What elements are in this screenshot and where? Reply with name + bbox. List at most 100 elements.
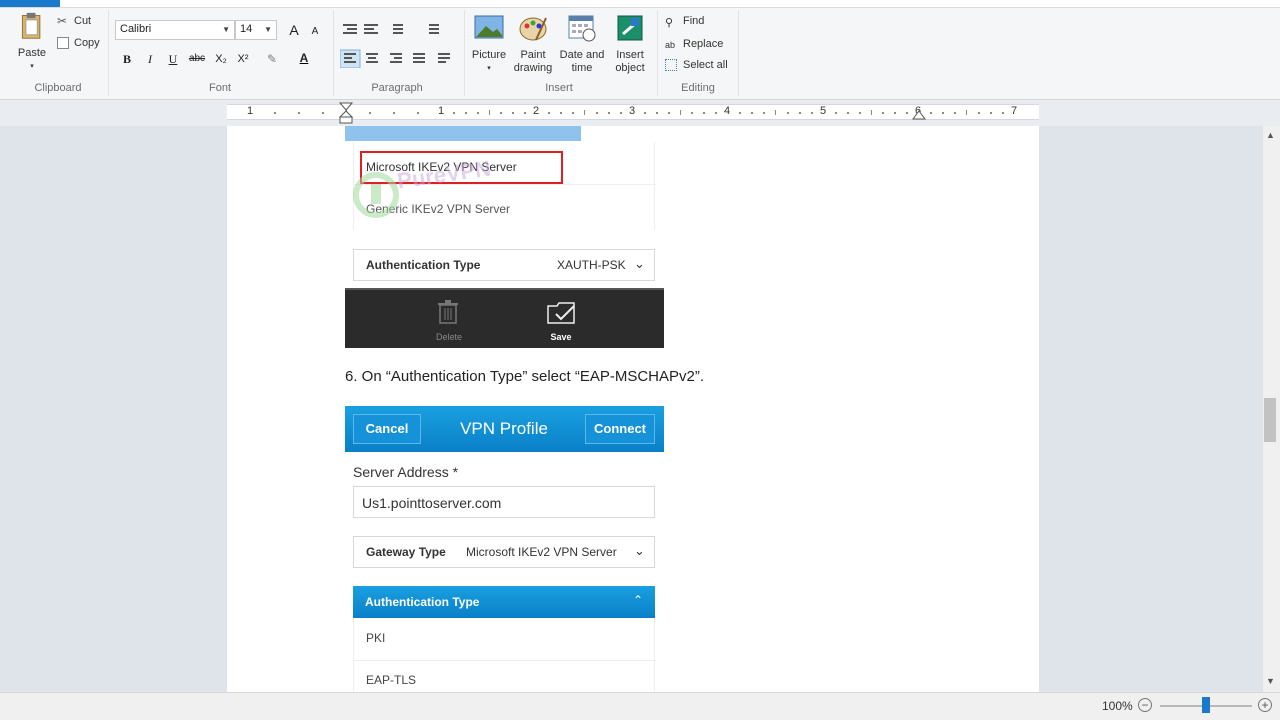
ruler-tick <box>775 110 776 115</box>
save-icon <box>547 302 575 324</box>
superscript-button[interactable]: X² <box>233 49 253 69</box>
vpn-profile-header: Cancel VPN Profile Connect <box>345 406 664 452</box>
italic-button[interactable]: I <box>140 49 160 69</box>
chevron-down-icon: ▼ <box>264 25 272 34</box>
ruler-tick <box>524 112 526 114</box>
strikethrough-button[interactable]: abc <box>187 49 207 69</box>
ruler-tick <box>465 112 467 114</box>
subscript-button[interactable]: X₂ <box>211 49 231 69</box>
paragraph-settings-button[interactable] <box>436 50 456 68</box>
ruler-number: 5 <box>820 105 827 117</box>
zoom-in-icon[interactable]: + <box>1258 698 1272 712</box>
indent-marker-icon[interactable] <box>339 102 353 124</box>
font-family-select[interactable]: Calibri ▼ <box>115 20 235 40</box>
paint-drawing-button[interactable]: Paint drawing <box>510 14 556 75</box>
auth-type-label: Authentication Type <box>366 258 481 272</box>
zoom-level: 100% <box>1102 699 1133 713</box>
gateway-type-label: Gateway Type <box>366 545 446 559</box>
scissors-icon: ✂ <box>57 14 68 28</box>
ruler-tick <box>393 112 395 114</box>
find-button[interactable]: ⚲ Find <box>665 15 704 29</box>
calendar-clock-icon <box>568 15 596 42</box>
underline-button[interactable]: U <box>163 49 183 69</box>
align-right-button[interactable] <box>388 50 408 68</box>
picture-button[interactable]: Picture ▾ <box>468 14 510 75</box>
divider <box>354 660 656 661</box>
trash-icon <box>438 300 458 324</box>
ruler-tick <box>763 112 765 114</box>
zoom-out-icon[interactable]: − <box>1138 698 1152 712</box>
auth-option: EAP-TLS <box>366 673 417 687</box>
document-page[interactable]: Microsoft IKEv2 VPN Server Generic IKEv2… <box>227 126 1039 692</box>
scroll-up-icon[interactable]: ▲ <box>1266 130 1275 140</box>
ruler-tick <box>489 110 490 115</box>
picture-icon <box>474 15 504 39</box>
ruler-tick <box>512 112 514 114</box>
paint-palette-icon <box>519 17 547 41</box>
ruler-tick <box>847 112 849 114</box>
shrink-font-button[interactable]: A <box>305 22 325 42</box>
ruler-tick <box>584 110 585 115</box>
object-label-line2: object <box>615 62 645 74</box>
cut-label: Cut <box>74 15 92 27</box>
ruler-tick <box>274 112 276 114</box>
ruler-tick <box>620 112 622 114</box>
date-time-button[interactable]: Date and time <box>557 14 607 75</box>
copy-icon <box>57 37 69 49</box>
selection-highlight <box>345 126 581 141</box>
ruler-tick <box>978 112 980 114</box>
highlight-color-button[interactable]: ✎ <box>262 49 282 69</box>
ruler-tick <box>799 112 801 114</box>
copy-button[interactable]: Copy <box>57 37 100 52</box>
cancel-button: Cancel <box>353 414 421 444</box>
chevron-down-icon: ⌄ <box>634 256 645 271</box>
ribbon-tab-strip <box>0 0 1280 8</box>
shrink-font-icon: A <box>311 26 319 37</box>
grow-font-button[interactable]: A <box>284 20 304 40</box>
vpn-profile-title: VPN Profile <box>460 419 548 438</box>
server-address-value: Us1.pointtoserver.com <box>362 495 502 511</box>
ruler-tick <box>500 112 502 114</box>
picture-label: Picture <box>471 49 507 61</box>
ruler-number: 7 <box>1011 105 1018 117</box>
italic-icon: I <box>148 52 152 66</box>
paste-button[interactable]: Paste ▾ <box>12 12 52 73</box>
right-indent-marker-icon[interactable] <box>912 110 926 120</box>
text-color-button[interactable]: A <box>294 48 314 68</box>
zoom-slider-thumb[interactable] <box>1202 697 1210 713</box>
cut-button[interactable]: ✂ Cut <box>57 14 91 28</box>
save-label: Save <box>550 332 572 342</box>
ruler-number: 2 <box>533 105 540 117</box>
justify-button[interactable] <box>411 50 431 68</box>
font-family-value: Calibri <box>120 23 152 35</box>
file-tab[interactable] <box>0 0 60 7</box>
align-left-button[interactable] <box>340 50 360 68</box>
ruler-number: 1 <box>438 105 445 117</box>
gateway-type-value: Microsoft IKEv2 VPN Server <box>466 545 617 559</box>
paste-icon <box>21 12 41 39</box>
ruler-tick <box>322 112 324 114</box>
ruler-tick <box>751 112 753 114</box>
scrollbar-thumb[interactable] <box>1264 398 1276 442</box>
editing-group-label: Editing <box>681 82 715 94</box>
auth-type-label: Authentication Type <box>365 595 480 609</box>
bold-button[interactable]: B <box>117 49 137 69</box>
font-size-select[interactable]: 14 ▼ <box>235 20 277 40</box>
auth-type-value: XAUTH-PSK <box>557 258 626 272</box>
status-bar: 100% − + <box>0 692 1280 720</box>
insert-object-button[interactable]: Insert object <box>609 14 651 75</box>
replace-button[interactable]: ab Replace <box>665 37 723 51</box>
ruler-tick <box>644 112 646 114</box>
indent-icons <box>343 24 439 34</box>
auth-type-expanded-header: Authentication Type ⌃ <box>353 586 655 618</box>
ruler-tick <box>835 112 837 114</box>
ruler-tick <box>715 112 717 114</box>
ruler-tick <box>477 112 479 114</box>
align-center-button[interactable] <box>364 50 384 68</box>
select-all-button[interactable]: Select all <box>665 59 728 74</box>
ruler-tick <box>942 112 944 114</box>
insert-object-icon <box>617 15 643 41</box>
ruler-tick <box>739 112 741 114</box>
scroll-down-icon[interactable]: ▼ <box>1266 676 1275 686</box>
ruler-tick <box>572 112 574 114</box>
